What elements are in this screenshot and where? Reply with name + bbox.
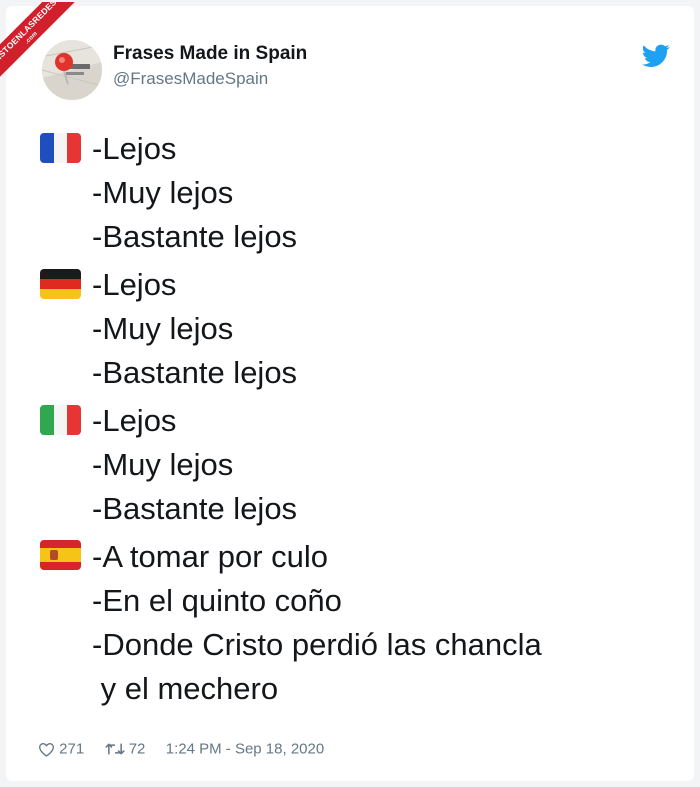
retweet-button[interactable]: 72 <box>104 740 150 758</box>
retweet-icon <box>104 743 125 756</box>
heart-icon <box>38 742 55 757</box>
tweet-card: Frases Made in Spain @FrasesMadeSpain <box>6 6 694 781</box>
like-count: 271 <box>59 740 85 758</box>
retweet-count: 72 <box>128 740 146 758</box>
watermark-badge: VISTOENLASREDES .com <box>0 2 78 88</box>
spain-flag-icon <box>40 540 81 570</box>
tweet-line: -Muy lejos <box>92 175 234 210</box>
tweet-line: -Lejos <box>92 403 177 438</box>
tweet-line: -Donde Cristo perdió las chancla <box>92 627 542 662</box>
tweet-line: -Bastante lejos <box>92 491 298 526</box>
like-button[interactable]: 271 <box>38 740 88 758</box>
watermark-text: VISTOENLASREDES <box>0 2 59 66</box>
germany-flag-icon <box>40 269 81 299</box>
tweet-timestamp[interactable]: 1:24 PM - Sep 18, 2020 <box>166 741 324 758</box>
tweet-line: -En el quinto coño <box>92 583 342 618</box>
tweet-line: -Bastante lejos <box>92 355 298 390</box>
tweet-line: -Lejos <box>92 267 177 302</box>
tweet-line: -Bastante lejos <box>92 219 298 254</box>
italy-flag-icon <box>40 405 81 435</box>
tweet-footer: 271 72 1:24 PM - Sep 18, 2020 <box>38 740 324 758</box>
tweet-line: y el mechero <box>92 671 279 706</box>
tweet-line: -Muy lejos <box>92 447 234 482</box>
watermark-ribbon: VISTOENLASREDES .com <box>0 2 78 88</box>
tweet-line: -Muy lejos <box>92 311 234 346</box>
author-name[interactable]: Frases Made in Spain <box>113 43 307 65</box>
france-flag-icon <box>40 133 81 163</box>
tweet-line: -Lejos <box>92 131 177 166</box>
tweet-line: -A tomar por culo <box>92 539 329 574</box>
author-handle[interactable]: @FrasesMadeSpain <box>113 69 268 89</box>
twitter-bird-icon[interactable] <box>642 44 670 68</box>
